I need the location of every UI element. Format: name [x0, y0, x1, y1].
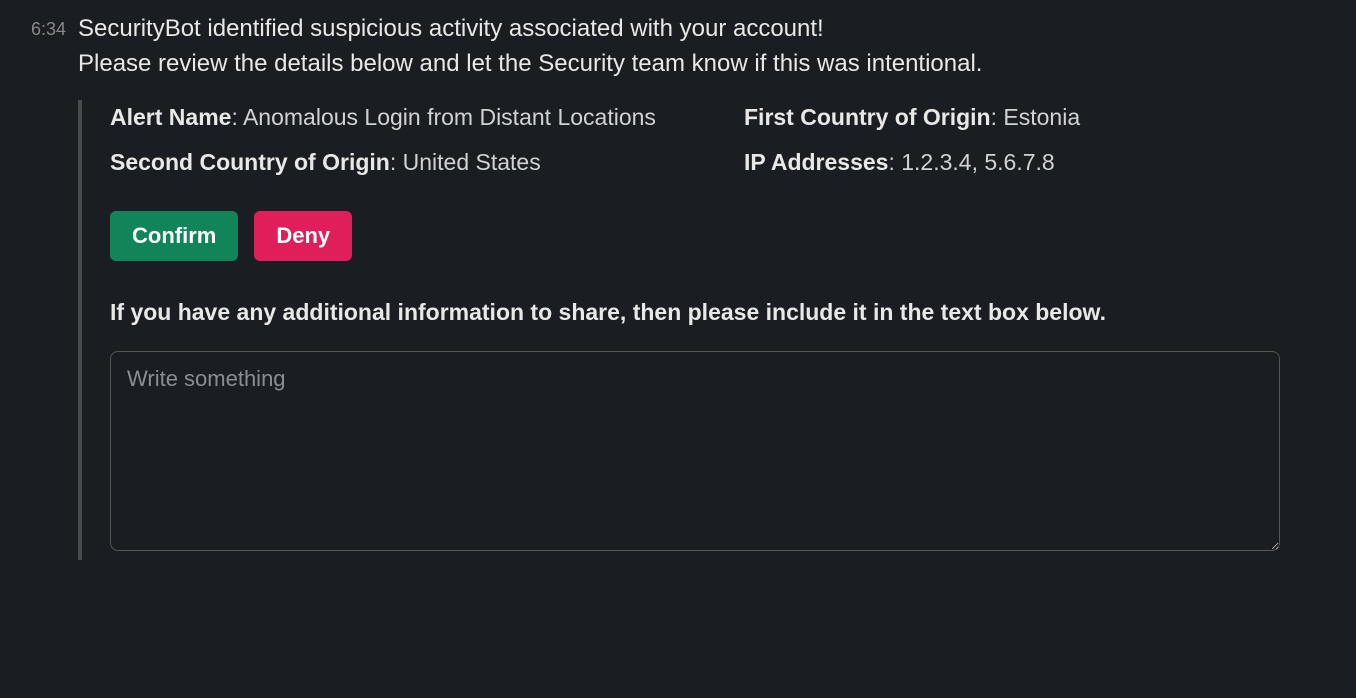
field-value: 1.2.3.4, 5.6.7.8	[901, 149, 1054, 175]
field-value: Anomalous Login from Distant Locations	[243, 104, 656, 130]
alert-heading: SecurityBot identified suspicious activi…	[78, 12, 1338, 82]
field-first-country: First Country of Origin: Estonia	[744, 100, 1338, 136]
additional-info-input[interactable]	[110, 351, 1280, 551]
message-content: SecurityBot identified suspicious activi…	[78, 12, 1338, 560]
action-buttons: Confirm Deny	[110, 211, 1338, 261]
field-ip-addresses: IP Addresses: 1.2.3.4, 5.6.7.8	[744, 145, 1338, 181]
field-alert-name: Alert Name: Anomalous Login from Distant…	[110, 100, 704, 136]
field-value: Estonia	[1003, 104, 1080, 130]
alert-fields: Alert Name: Anomalous Login from Distant…	[110, 100, 1338, 181]
additional-info-prompt: If you have any additional information t…	[110, 295, 1230, 330]
field-second-country: Second Country of Origin: United States	[110, 145, 704, 181]
alert-attachment: Alert Name: Anomalous Login from Distant…	[78, 100, 1338, 561]
deny-button[interactable]: Deny	[254, 211, 352, 261]
security-alert-message: 6:34 SecurityBot identified suspicious a…	[18, 12, 1338, 560]
field-label: IP Addresses	[744, 149, 888, 175]
field-label: Alert Name	[110, 104, 231, 130]
confirm-button[interactable]: Confirm	[110, 211, 238, 261]
field-label: First Country of Origin	[744, 104, 991, 130]
field-value: United States	[403, 149, 541, 175]
additional-info-wrap	[110, 351, 1280, 560]
alert-heading-line1: SecurityBot identified suspicious activi…	[78, 15, 824, 42]
field-label: Second Country of Origin	[110, 149, 390, 175]
message-timestamp: 6:34	[18, 12, 66, 560]
alert-heading-line2: Please review the details below and let …	[78, 50, 982, 77]
